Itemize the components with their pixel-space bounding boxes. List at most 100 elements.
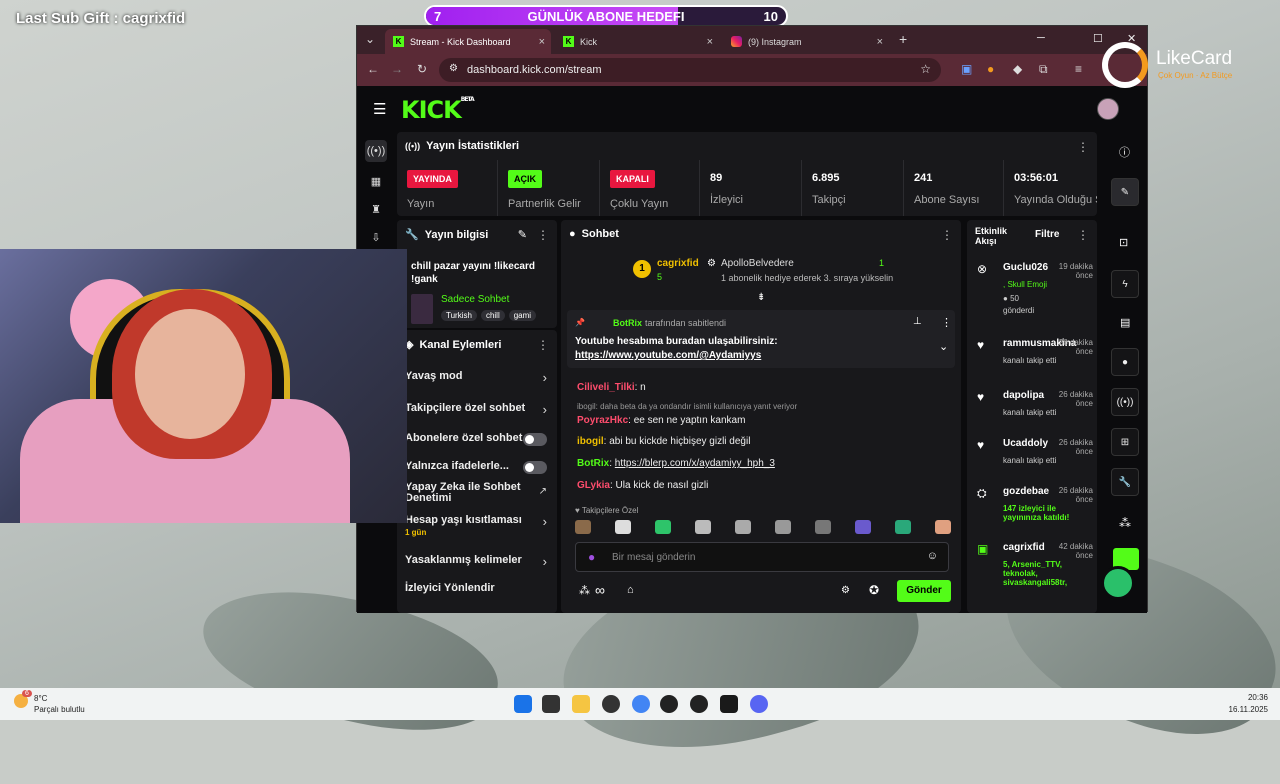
- emote[interactable]: [575, 520, 591, 534]
- obs-icon[interactable]: [602, 695, 620, 713]
- category-link[interactable]: Sadece Sohbet: [441, 294, 509, 305]
- more-options-icon[interactable]: ⋮: [941, 228, 953, 242]
- reload-icon[interactable]: ↻: [417, 62, 427, 76]
- kick-logo[interactable]: KICKBETA: [401, 96, 475, 124]
- translate-icon[interactable]: ▣: [961, 62, 972, 76]
- action-slow-mode[interactable]: Yavaş mod ›: [397, 370, 557, 394]
- forward-icon[interactable]: →: [391, 62, 403, 76]
- emote[interactable]: [695, 520, 711, 534]
- kick-app-icon[interactable]: [720, 695, 738, 713]
- emote[interactable]: [895, 520, 911, 534]
- layout-quick-button[interactable]: ⊞: [1111, 428, 1139, 456]
- coins-icon[interactable]: ⁂: [1119, 516, 1131, 530]
- edit-quick-button[interactable]: ✎: [1111, 178, 1139, 206]
- event-username[interactable]: Guclu026: [1003, 262, 1048, 273]
- support-button[interactable]: [1101, 566, 1135, 600]
- action-followers-only[interactable]: Takipçilere özel sohbet ›: [397, 402, 557, 426]
- clock-time[interactable]: 20:36: [1248, 693, 1268, 702]
- start-icon[interactable]: [514, 695, 532, 713]
- event-username[interactable]: Ucaddoly: [1003, 438, 1048, 449]
- event-username[interactable]: dapolipa: [1003, 390, 1044, 401]
- tab-kick-dashboard[interactable]: K Stream - Kick Dashboard ×: [385, 29, 551, 54]
- upload-nav-icon[interactable]: ⇩: [365, 226, 387, 248]
- lightning-quick-button[interactable]: ϟ: [1111, 270, 1139, 298]
- chat-username[interactable]: BotRix: [577, 458, 609, 469]
- emotes-only-toggle[interactable]: [523, 461, 547, 474]
- action-host[interactable]: İzleyici Yönlendir: [397, 582, 557, 606]
- back-icon[interactable]: ←: [367, 62, 379, 76]
- pinned-by-user[interactable]: BotRix: [613, 318, 642, 328]
- close-icon[interactable]: ×: [707, 36, 713, 48]
- emote[interactable]: [775, 520, 791, 534]
- chrome-icon[interactable]: [632, 695, 650, 713]
- rewards-icon[interactable]: ✪: [869, 583, 879, 597]
- more-options-icon[interactable]: ⋮: [537, 228, 549, 242]
- emote[interactable]: [735, 520, 751, 534]
- more-options-icon[interactable]: ⋮: [1077, 228, 1089, 242]
- trophy-nav-icon[interactable]: ♜: [365, 198, 387, 220]
- menu-icon[interactable]: ☰: [373, 100, 386, 118]
- emote[interactable]: [815, 520, 831, 534]
- action-ai-moderation[interactable]: Yapay Zeka ile Sohbet Denetimi ↗: [397, 482, 557, 512]
- pinned-link[interactable]: https://www.youtube.com/@Aydamiyys: [575, 350, 761, 361]
- extensions-puzzle-icon[interactable]: ⧉: [1039, 62, 1048, 77]
- emoji-icon[interactable]: ☺: [927, 550, 938, 562]
- minimize-icon[interactable]: ─: [1037, 32, 1045, 44]
- pin-icon[interactable]: ⊥: [913, 316, 922, 327]
- extension-icon[interactable]: ●: [987, 62, 994, 76]
- emote[interactable]: [615, 520, 631, 534]
- app-icon[interactable]: [690, 695, 708, 713]
- broadcast-quick-button[interactable]: ((•)): [1111, 388, 1139, 416]
- tab-kick[interactable]: K Kick ×: [555, 29, 719, 54]
- avatar[interactable]: [1097, 98, 1119, 120]
- bookmark-star-icon[interactable]: ☆: [920, 62, 931, 76]
- discord-icon[interactable]: [750, 695, 768, 713]
- task-view-icon[interactable]: [542, 695, 560, 713]
- event-username[interactable]: gozdebae: [1003, 486, 1049, 497]
- subscribers-only-toggle[interactable]: [523, 433, 547, 446]
- store-icon[interactable]: ⌂: [627, 584, 634, 596]
- action-banned-words[interactable]: Yasaklanmış kelimeler ›: [397, 554, 557, 578]
- gift-user-name[interactable]: ApolloBelvedere: [721, 258, 794, 269]
- send-button[interactable]: Gönder: [897, 580, 951, 602]
- close-icon[interactable]: ×: [877, 36, 883, 48]
- more-options-icon[interactable]: ⋮: [941, 316, 952, 329]
- chevron-down-icon[interactable]: ⌄: [939, 340, 948, 353]
- emote[interactable]: [935, 520, 951, 534]
- action-account-age[interactable]: Hesap yaşı kısıtlaması 1 gün ›: [397, 514, 557, 542]
- emote[interactable]: [855, 520, 871, 534]
- chat-input[interactable]: ● Bir mesaj gönderin ☺: [575, 542, 949, 572]
- extension-icon[interactable]: ◆: [1013, 62, 1022, 76]
- more-options-icon[interactable]: ⋮: [537, 338, 549, 352]
- info-icon[interactable]: ⓘ: [1119, 144, 1130, 160]
- new-tab-button[interactable]: +: [899, 31, 907, 47]
- tab-instagram[interactable]: (9) Instagram ×: [723, 29, 889, 54]
- edit-icon[interactable]: ✎: [518, 228, 527, 241]
- microphone-icon[interactable]: ●: [588, 550, 595, 564]
- close-icon[interactable]: ×: [539, 36, 545, 48]
- tag-chip[interactable]: Turkish: [441, 310, 477, 321]
- infinity-icon[interactable]: ∞: [595, 582, 605, 598]
- chat-username[interactable]: Ciliveli_Tilki: [577, 382, 635, 393]
- chat-username[interactable]: ibogil: [577, 436, 604, 447]
- media-icon[interactable]: ≡: [1075, 62, 1082, 76]
- stats-nav-icon[interactable]: ▦: [365, 170, 387, 192]
- tag-chip[interactable]: gami: [508, 310, 537, 321]
- tab-search-icon[interactable]: ⌄: [365, 32, 375, 46]
- clock-date[interactable]: 16.11.2025: [1229, 705, 1268, 714]
- focus-icon[interactable]: ⊡: [1119, 236, 1128, 249]
- app-icon[interactable]: [660, 695, 678, 713]
- chat-username[interactable]: GLykia: [577, 480, 610, 491]
- settings-icon[interactable]: ⚙: [841, 585, 850, 596]
- top-gifter-name[interactable]: cagrixfid: [657, 258, 699, 269]
- event-username[interactable]: cagrixfid: [1003, 542, 1045, 553]
- document-icon[interactable]: ▤: [1120, 316, 1130, 329]
- chat-link[interactable]: https://blerp.com/x/aydamiyy_hph_3: [615, 458, 775, 469]
- chat-quick-button[interactable]: ●: [1111, 348, 1139, 376]
- emote[interactable]: [655, 520, 671, 534]
- filter-button[interactable]: Filtre: [1035, 229, 1059, 240]
- url-field[interactable]: ⚙ dashboard.kick.com/stream ☆: [439, 58, 941, 82]
- kick-coins-icon[interactable]: ⁂: [579, 584, 590, 597]
- collapse-icon[interactable]: ⇟: [757, 292, 765, 303]
- stream-nav-icon[interactable]: ((•)): [365, 140, 387, 162]
